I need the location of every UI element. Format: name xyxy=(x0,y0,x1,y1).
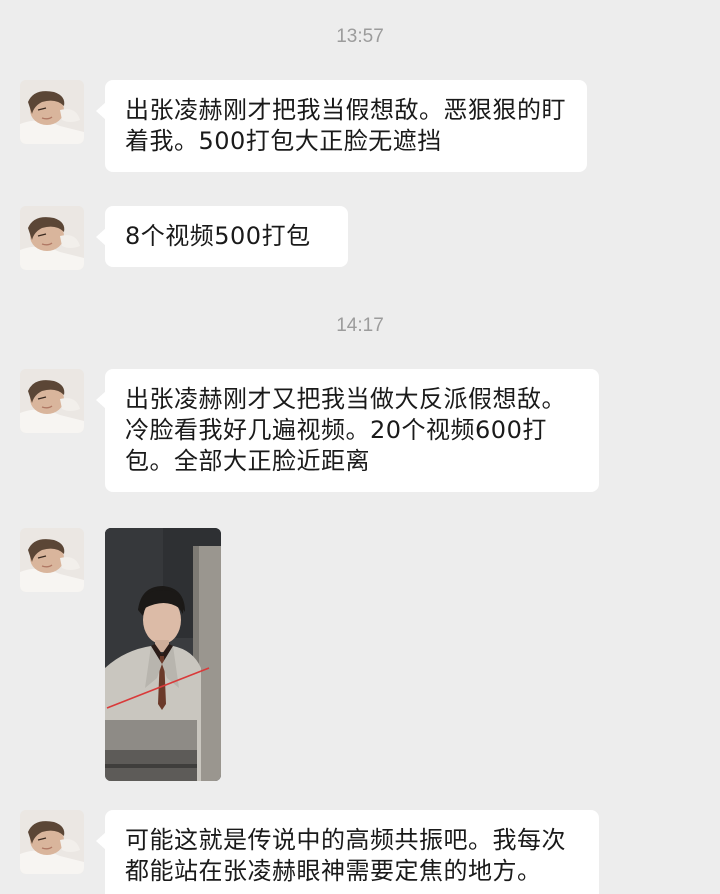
message-bubble[interactable]: 可能这就是传说中的高频共振吧。我每次都能站在张凌赫眼神需要定焦的地方。 xyxy=(96,810,599,894)
photo-message[interactable] xyxy=(105,528,221,781)
message-bubble[interactable]: 出张凌赫刚才把我当假想敌。恶狠狠的盯着我。500打包大正脸无遮挡 xyxy=(96,80,587,172)
message-text: 出张凌赫刚才又把我当做大反派假想敌。冷脸看我好几遍视频。20个视频600打包。全… xyxy=(125,385,566,475)
message-bubble[interactable]: 8个视频500打包 xyxy=(96,206,348,267)
avatar[interactable] xyxy=(20,80,84,144)
timestamp: 13:57 xyxy=(336,26,384,47)
message-text: 出张凌赫刚才把我当假想敌。恶狠狠的盯着我。500打包大正脸无遮挡 xyxy=(125,96,566,155)
message-text: 可能这就是传说中的高频共振吧。我每次都能站在张凌赫眼神需要定焦的地方。 xyxy=(125,826,566,885)
timestamp: 14:17 xyxy=(336,315,384,336)
avatar[interactable] xyxy=(20,810,84,874)
message-bubble[interactable]: 出张凌赫刚才又把我当做大反派假想敌。冷脸看我好几遍视频。20个视频600打包。全… xyxy=(96,369,599,492)
message-text: 8个视频500打包 xyxy=(125,222,311,250)
avatar[interactable] xyxy=(20,528,84,592)
avatar[interactable] xyxy=(20,206,84,270)
avatar[interactable] xyxy=(20,369,84,433)
photo-thumbnail xyxy=(105,528,221,781)
